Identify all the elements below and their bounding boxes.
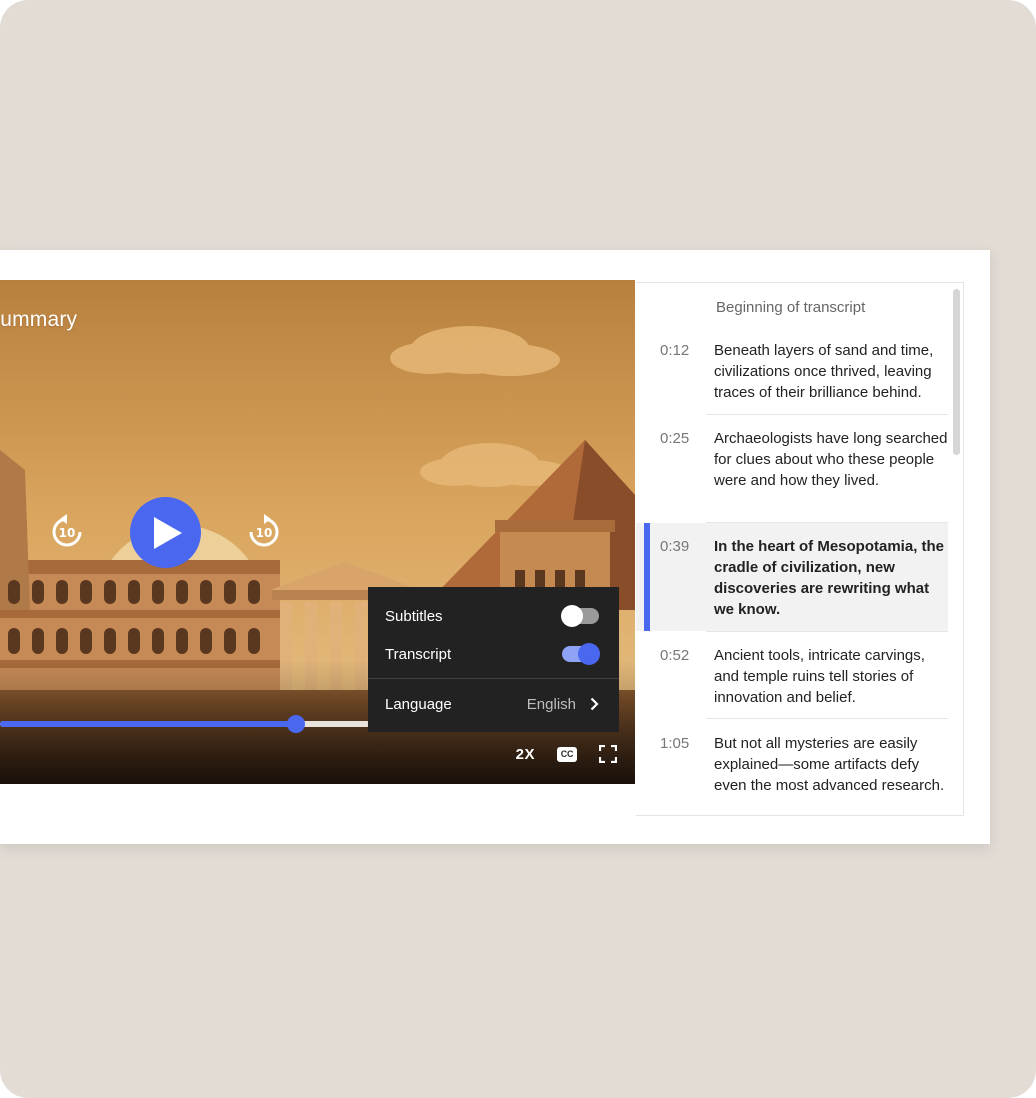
transcript-text: Ancient tools, intricate carvings, and t…: [714, 647, 925, 706]
rewind-icon: 10: [52, 514, 82, 547]
transcript-timestamp: 0:52: [660, 647, 690, 664]
playback-speed-button[interactable]: 2X: [516, 746, 535, 763]
settings-menu: Subtitles Transcript Language English: [368, 587, 619, 732]
progress-fill: [0, 721, 296, 727]
subtitles-toggle[interactable]: [561, 605, 599, 627]
transcript-separator: [706, 414, 948, 415]
video-title: Summary: [0, 308, 78, 331]
forward-amount-label: 10: [256, 526, 273, 540]
rewind-10-button[interactable]: 10: [47, 512, 87, 552]
fullscreen-icon[interactable]: [599, 745, 617, 763]
transcript-item-active[interactable]: 0:39 In the heart of Mesopotamia, the cr…: [636, 523, 948, 631]
transcript-item[interactable]: 0:25 Archaeologists have long searched f…: [636, 428, 948, 491]
transcript-text: Archaeologists have long searched for cl…: [714, 430, 948, 489]
transcript-timestamp: 1:05: [660, 735, 690, 752]
progress-bar[interactable]: [0, 715, 370, 733]
active-line-indicator: [644, 523, 650, 631]
forward-10-button[interactable]: 10: [244, 512, 284, 552]
transcript-text: In the heart of Mesopotamia, the cradle …: [714, 538, 945, 618]
transcript-text: But not all mysteries are easily explain…: [714, 735, 945, 794]
transcript-header: Beginning of transcript: [716, 299, 866, 316]
fast-forward-icon: 10: [249, 514, 279, 547]
bottom-controls: 2X CC: [516, 742, 617, 766]
page-background: Summary 10 10: [0, 0, 1036, 1098]
transcript-item[interactable]: 0:52 Ancient tools, intricate carvings, …: [636, 645, 948, 708]
transcript-timestamp: 0:12: [660, 342, 690, 359]
toggle-knob: [561, 605, 583, 627]
rewind-amount-label: 10: [59, 526, 76, 540]
language-selector[interactable]: English: [527, 696, 599, 713]
chevron-right-icon: [590, 697, 599, 711]
language-label: Language: [385, 695, 452, 713]
player-card: Summary 10 10: [0, 250, 990, 844]
transcript-separator: [706, 718, 948, 719]
transcript-label: Transcript: [385, 645, 452, 663]
menu-divider: [368, 678, 619, 679]
language-row[interactable]: Language English: [385, 692, 599, 716]
play-button[interactable]: [130, 497, 201, 568]
language-value: English: [526, 695, 576, 713]
transcript-scrollbar[interactable]: [953, 289, 960, 455]
captions-button[interactable]: CC: [557, 746, 577, 762]
play-icon: [153, 516, 182, 549]
toggle-knob: [578, 643, 600, 665]
progress-handle[interactable]: [287, 715, 305, 733]
transcript-text: Beneath layers of sand and time, civiliz…: [714, 342, 934, 401]
transcript-separator: [706, 631, 948, 632]
transcript-timestamp: 0:25: [660, 430, 690, 447]
transcript-row[interactable]: Transcript: [385, 642, 600, 666]
video-player[interactable]: Summary 10 10: [0, 280, 635, 784]
transcript-panel[interactable]: Beginning of transcript 0:12 Beneath lay…: [636, 282, 964, 816]
transcript-item[interactable]: 0:12 Beneath layers of sand and time, ci…: [636, 340, 948, 403]
subtitles-label: Subtitles: [385, 607, 443, 625]
transcript-toggle[interactable]: [562, 643, 600, 665]
transcript-item[interactable]: 1:05 But not all mysteries are easily ex…: [636, 733, 948, 796]
subtitles-row[interactable]: Subtitles: [385, 604, 599, 628]
